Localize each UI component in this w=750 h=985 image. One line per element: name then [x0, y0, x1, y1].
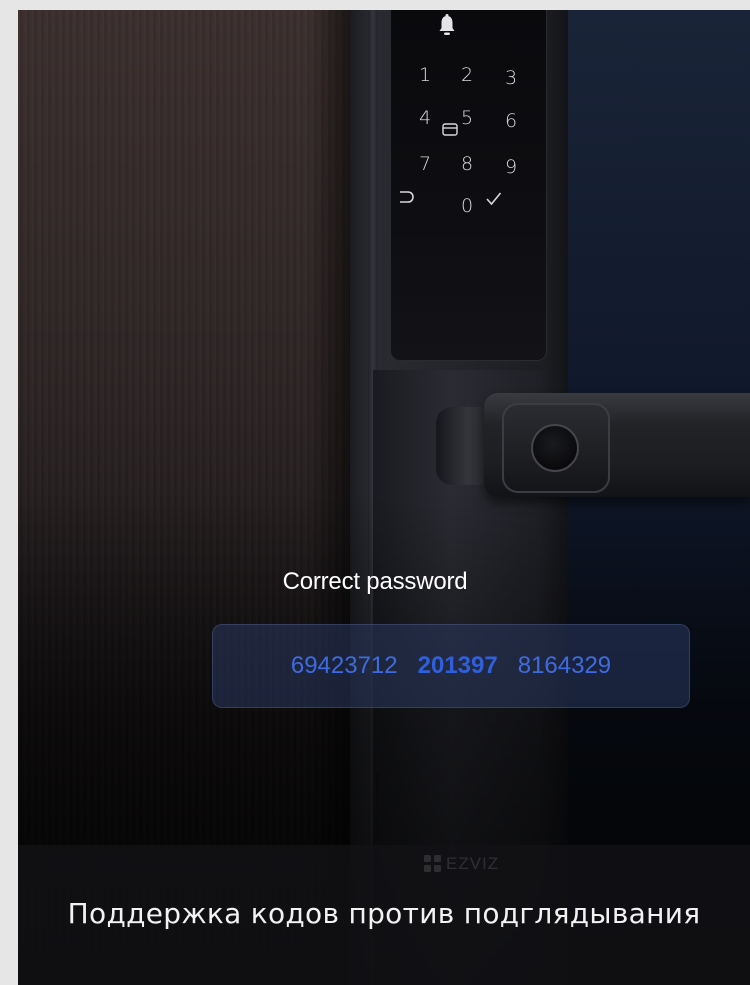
- correct-password-title: Correct password: [282, 568, 468, 595]
- key-6[interactable]: 6: [496, 110, 526, 132]
- check-icon[interactable]: [485, 191, 502, 206]
- keypad-panel: [390, 10, 547, 361]
- code-prefix: 69423712: [290, 652, 398, 679]
- key-0[interactable]: 0: [452, 195, 482, 217]
- code-suffix: 8164329: [517, 652, 612, 679]
- key-3[interactable]: 3: [496, 67, 526, 89]
- key-9[interactable]: 9: [496, 156, 526, 178]
- key-8[interactable]: 8: [452, 153, 482, 175]
- caption-text: Поддержка кодов против подглядывания: [67, 897, 701, 930]
- code-password: 201397: [417, 652, 498, 679]
- ezviz-logo-icon: [424, 855, 441, 872]
- bell-icon: [439, 14, 455, 35]
- key-2[interactable]: 2: [452, 64, 482, 86]
- fingerprint-sensor: [531, 424, 579, 472]
- back-icon[interactable]: [397, 189, 415, 205]
- code-box: 69423712 201397 8164329: [212, 624, 690, 708]
- key-7[interactable]: 7: [410, 153, 440, 175]
- ezviz-logo-text: EZVIZ: [446, 854, 500, 873]
- ezviz-logo: EZVIZ: [424, 852, 514, 876]
- key-1[interactable]: 1: [410, 64, 440, 86]
- key-4[interactable]: 4: [410, 107, 440, 129]
- photo-frame: [18, 10, 750, 985]
- card-icon: [442, 123, 458, 136]
- side-slot: [376, 772, 379, 842]
